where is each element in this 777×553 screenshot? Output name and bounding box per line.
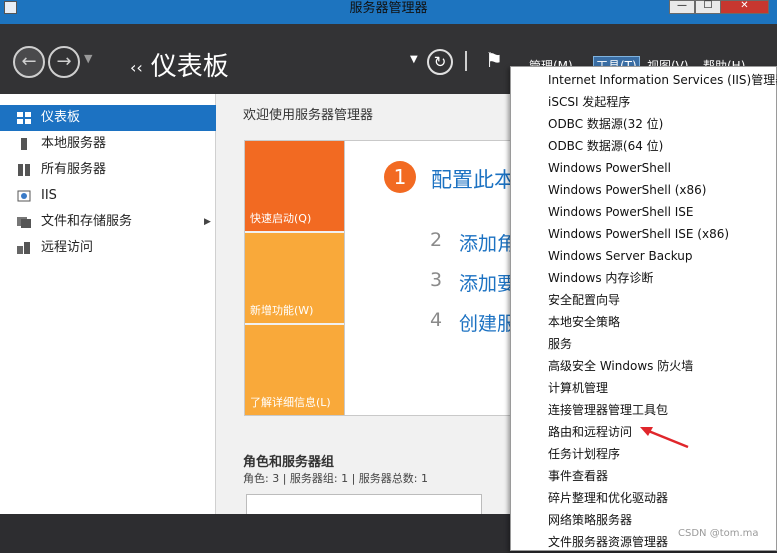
welcome-heading: 欢迎使用服务器管理器: [243, 108, 374, 123]
sidebar-item-file-storage[interactable]: 文件和存储服务 ▶: [0, 209, 216, 235]
menu-item-powershell-ise[interactable]: Windows PowerShell ISE: [511, 201, 776, 223]
submenu-arrow-icon[interactable]: ▶: [204, 209, 211, 235]
menu-item-local-security-policy[interactable]: 本地安全策略: [511, 311, 776, 333]
step-number-3: 3: [429, 269, 443, 291]
sidebar-item-label: 文件和存储服务: [41, 214, 133, 229]
page-title-text: 仪表板: [150, 52, 229, 82]
annotation-arrow-icon: [640, 427, 689, 449]
storage-icon: [17, 217, 31, 228]
menu-item-firewall[interactable]: 高级安全 Windows 防火墙: [511, 355, 776, 377]
sidebar-item-all-servers[interactable]: 所有服务器: [0, 157, 216, 183]
menu-item-powershell[interactable]: Windows PowerShell: [511, 157, 776, 179]
menu-item-odbc-32[interactable]: ODBC 数据源(32 位): [511, 113, 776, 135]
menu-item-powershell-x86[interactable]: Windows PowerShell (x86): [511, 179, 776, 201]
remote-access-icon: [17, 242, 30, 254]
menu-item-powershell-ise-x86[interactable]: Windows PowerShell ISE (x86): [511, 223, 776, 245]
sidebar-item-local-server[interactable]: 本地服务器: [0, 131, 216, 157]
minimize-button[interactable]: —: [669, 0, 695, 14]
menu-item-server-backup[interactable]: Windows Server Backup: [511, 245, 776, 267]
menu-item-odbc-64[interactable]: ODBC 数据源(64 位): [511, 135, 776, 157]
step-number-4: 4: [429, 309, 443, 331]
sidebar-item-remote-access[interactable]: 远程访问: [0, 235, 216, 261]
arrow-left-icon: ←: [21, 51, 37, 72]
menu-item-computer-management[interactable]: 计算机管理: [511, 377, 776, 399]
menu-item-memory-diagnostic[interactable]: Windows 内存诊断: [511, 267, 776, 289]
tools-dropdown-menu: Internet Information Services (IIS)管理器 i…: [510, 66, 777, 551]
tile-learn-more[interactable]: 了解详细信息(L): [245, 325, 344, 415]
header-dropdown-icon[interactable]: ▼: [410, 54, 418, 65]
step-link-create-group[interactable]: 创建服: [459, 309, 516, 336]
sidebar-item-dashboard[interactable]: 仪表板: [0, 105, 216, 131]
menu-item-defragment[interactable]: 碎片整理和优化驱动器: [511, 487, 776, 509]
servers-icon: [18, 164, 30, 176]
iis-icon: [17, 190, 31, 202]
sidebar-item-label: 远程访问: [41, 240, 94, 255]
roles-stats: 角色: 3 | 服务器组: 1 | 服务器总数: 1: [243, 472, 429, 485]
menu-item-security-wizard[interactable]: 安全配置向导: [511, 289, 776, 311]
menu-item-cmak[interactable]: 连接管理器管理工具包: [511, 399, 776, 421]
tile-whats-new[interactable]: 新增功能(W): [245, 233, 344, 323]
sidebar-item-label: 仪表板: [41, 110, 81, 125]
sidebar-item-label: 本地服务器: [41, 136, 107, 151]
back-button[interactable]: ←: [13, 46, 45, 78]
step-link-add-servers[interactable]: 添加要: [459, 269, 516, 296]
sidebar-item-iis[interactable]: IIS: [0, 183, 216, 209]
page-title: ‹‹ 仪表板: [130, 46, 229, 83]
sidebar-item-label: 所有服务器: [41, 162, 107, 177]
tile-label: 了解详细信息(L): [250, 396, 331, 409]
maximize-button[interactable]: ☐: [695, 0, 721, 14]
tile-label: 新增功能(W): [250, 304, 314, 317]
menu-item-services[interactable]: 服务: [511, 333, 776, 355]
sidebar: 仪表板 本地服务器 所有服务器 IIS 文件和存储服务 ▶ 远程访问: [0, 94, 216, 514]
dashboard-icon: [17, 112, 31, 124]
roles-heading: 角色和服务器组: [243, 455, 335, 470]
close-button[interactable]: ✕: [720, 0, 769, 14]
window-title-bar: 服务器管理器 — ☐ ✕: [0, 0, 777, 16]
refresh-icon[interactable]: ↻: [427, 49, 453, 75]
history-dropdown-icon[interactable]: ▼: [84, 52, 92, 65]
menu-item-event-viewer[interactable]: 事件查看器: [511, 465, 776, 487]
breadcrumb-chevron-icon: ‹‹: [130, 58, 143, 77]
menu-item-iis-manager[interactable]: Internet Information Services (IIS)管理器: [511, 69, 777, 91]
step-link-configure[interactable]: 配置此本: [431, 164, 515, 194]
server-icon: [21, 138, 27, 150]
tile-label: 快速启动(Q): [250, 212, 312, 225]
step-link-add-roles[interactable]: 添加角: [459, 229, 516, 256]
step-number-2: 2: [429, 229, 443, 251]
menu-item-iscsi[interactable]: iSCSI 发起程序: [511, 91, 776, 113]
watermark: CSDN @tom.ma: [678, 528, 759, 539]
notifications-flag-icon[interactable]: ⚑: [485, 48, 503, 72]
header-divider: [465, 51, 467, 71]
forward-button[interactable]: →: [48, 46, 80, 78]
tile-quick-start[interactable]: 快速启动(Q): [245, 141, 344, 231]
step-number-1: 1: [384, 161, 416, 193]
arrow-right-icon: →: [56, 51, 72, 72]
role-tile[interactable]: [246, 494, 482, 515]
sidebar-item-label: IIS: [41, 188, 57, 203]
welcome-tiles: 快速启动(Q) 新增功能(W) 了解详细信息(L): [244, 140, 345, 416]
